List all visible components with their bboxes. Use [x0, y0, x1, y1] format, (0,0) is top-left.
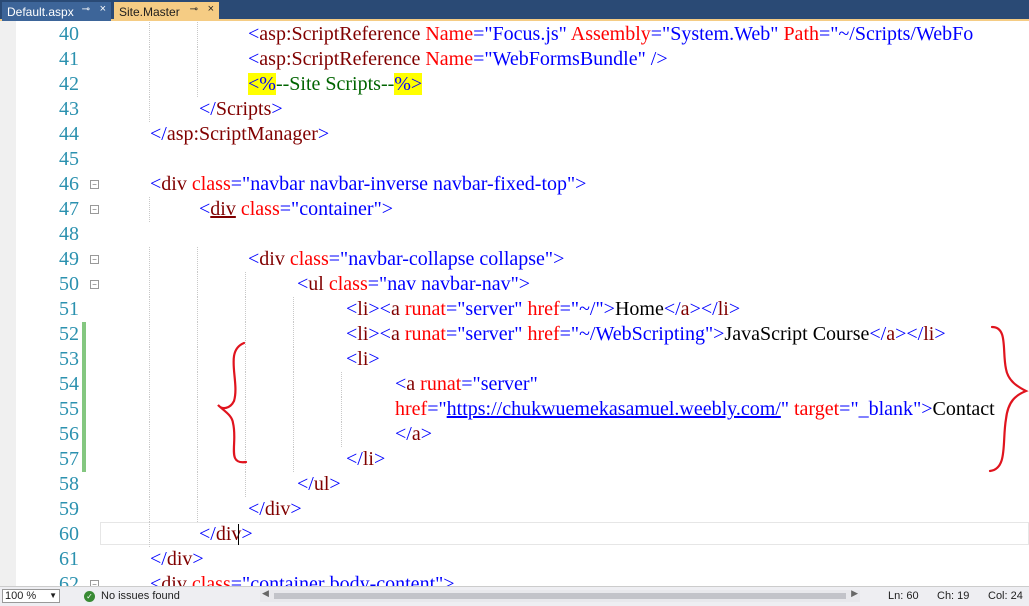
red-brace-annotations [217, 325, 1029, 473]
tab-default-aspx[interactable]: Default.aspx ⊸ × [2, 2, 111, 21]
tab-label: Default.aspx [7, 4, 74, 19]
line-number-status: Ln: 60 [888, 590, 919, 602]
issues-indicator[interactable]: ✓ No issues found [84, 589, 180, 603]
pin-icon[interactable]: ⊸ [82, 4, 90, 15]
left-brace-annotation [217, 341, 248, 464]
code-editor[interactable]: 40 <asp:ScriptReference Name="Focus.js" A… [0, 21, 1029, 586]
tab-label: Site.Master [119, 4, 180, 19]
close-icon[interactable]: × [208, 3, 214, 15]
tab-site-master[interactable]: Site.Master ⊸ × [114, 2, 219, 21]
zoom-level: 100 % [5, 590, 37, 602]
zoom-dropdown[interactable]: 100 % ▼ [2, 589, 60, 603]
scrollbar-thumb[interactable] [274, 593, 846, 599]
close-icon[interactable]: × [100, 3, 106, 15]
right-brace-annotation [988, 325, 1029, 473]
chevron-down-icon: ▼ [49, 591, 57, 600]
column-status: Col: 24 [988, 590, 1023, 602]
check-circle-icon: ✓ [84, 590, 95, 602]
status-bar: 100 % ▼ ✓ No issues found ◀ ▶ Ln: 60 Ch:… [0, 586, 1029, 606]
scroll-left-icon[interactable]: ◀ [262, 588, 269, 599]
issues-text: No issues found [101, 590, 180, 602]
horizontal-scrollbar[interactable]: ◀ ▶ [260, 588, 860, 602]
document-tab-strip: Default.aspx ⊸ × Site.Master ⊸ × [0, 0, 1029, 21]
scroll-right-icon[interactable]: ▶ [851, 588, 858, 599]
char-status: Ch: 19 [937, 590, 970, 602]
pin-icon[interactable]: ⊸ [190, 4, 198, 15]
